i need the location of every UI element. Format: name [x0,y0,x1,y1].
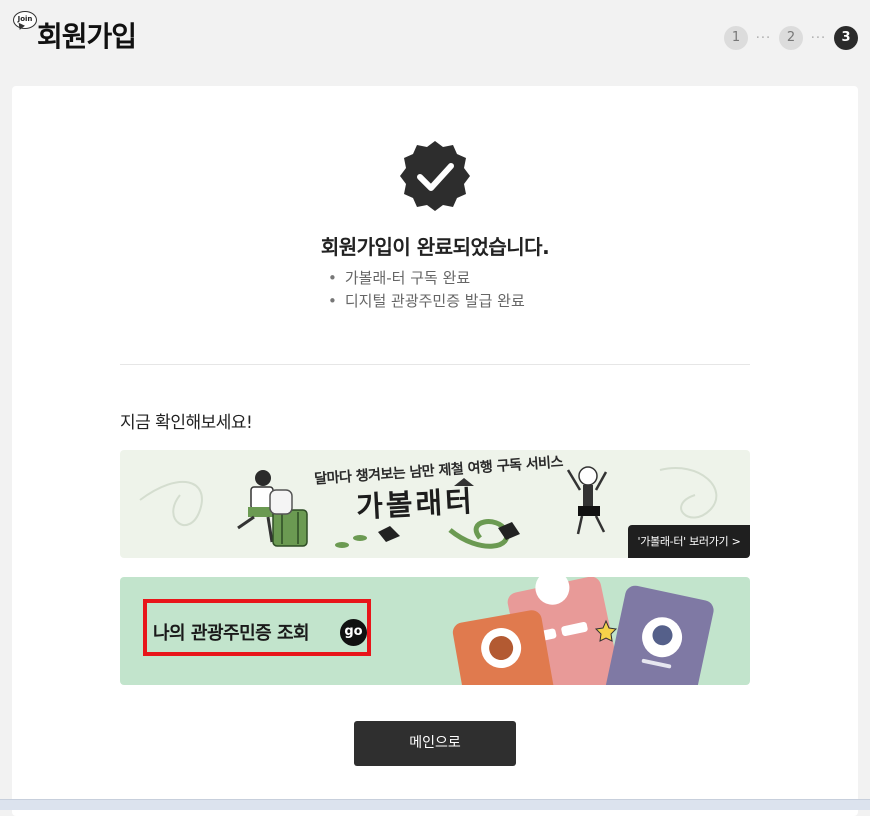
completion-list: 가볼래-터 구독 완료 디지털 관광주민증 발급 완료 [328,267,525,313]
step-3-active: 3 [834,26,858,50]
resident-card-label: 나의 관광주민증 조회 [153,623,310,644]
completion-item-subscription: 가볼래-터 구독 완료 [328,267,525,290]
subscription-title: 가볼래터 [355,483,476,525]
step-separator: ··· [810,30,827,46]
step-indicator: 1 ··· 2 ··· 3 [724,26,858,50]
completion-item-resident-card: 디지털 관광주민증 발급 완료 [328,290,525,313]
bottom-strip [0,799,870,810]
completion-title: 회원가입이 완료되었습니다. [320,235,550,259]
main-button[interactable]: 메인으로 [354,721,516,766]
go-icon[interactable]: go [340,619,367,646]
check-now-heading: 지금 확인해보세요! [120,413,253,433]
step-2: 2 [779,26,803,50]
resident-card-banner[interactable]: 나의 관광주민증 조회 go [120,577,750,685]
step-1: 1 [724,26,748,50]
page-title: 회원가입 [37,20,137,53]
subscription-link-button[interactable]: '가볼래-터' 보러가기 > [628,525,750,558]
content-card: 회원가입이 완료되었습니다. 가볼래-터 구독 완료 디지털 관광주민증 발급 … [12,86,858,816]
subscription-banner[interactable]: 달마다 챙겨보는 남만 제철 여행 구독 서비스 가볼래터 '가볼래-터' 보러… [120,450,750,558]
step-separator: ··· [755,30,772,46]
page-header: Join 회원가입 1 ··· 2 ··· 3 [0,0,870,80]
divider [120,364,750,365]
check-badge-icon [400,141,470,211]
